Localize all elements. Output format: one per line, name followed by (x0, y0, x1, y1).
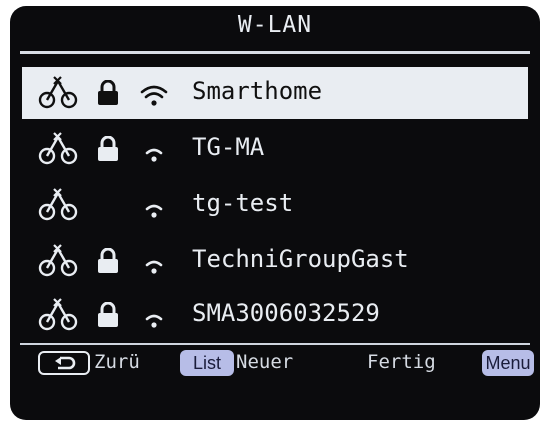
network-row-smarthome[interactable]: Smarthome (22, 67, 528, 119)
wan-disconnected-icon (38, 132, 78, 165)
wan-disconnected-icon (38, 298, 78, 331)
network-row-tg-test[interactable]: tg-test (22, 179, 528, 231)
done-label[interactable]: Fertig (367, 351, 436, 373)
wan-disconnected-icon (38, 76, 78, 109)
wifi-signal-icon (145, 148, 163, 162)
network-row-tg-ma[interactable]: TG-MA (22, 123, 528, 175)
back-label: Zurü (94, 351, 140, 373)
page-title: W-LAN (237, 12, 313, 38)
network-ssid: TechniGroupGast (192, 245, 409, 273)
network-ssid: tg-test (192, 189, 294, 217)
wifi-signal-icon (140, 85, 168, 106)
device-screen: W-LAN Smarthome TG-MA tg-test TechniGrou… (10, 6, 540, 420)
lock-icon (98, 136, 118, 161)
footer-divider (20, 343, 530, 345)
return-arrow-icon (55, 356, 76, 370)
back-button[interactable] (38, 351, 90, 375)
wifi-signal-icon (145, 260, 163, 274)
lock-icon (98, 248, 118, 273)
wan-disconnected-icon (38, 244, 78, 277)
lock-icon (98, 302, 118, 327)
network-row-technigroupgast[interactable]: TechniGroupGast (22, 235, 528, 287)
wan-disconnected-icon (38, 188, 78, 221)
network-ssid: TG-MA (192, 133, 265, 161)
softkey-bar: Zurü List Neuer Fertig Menu (10, 350, 540, 380)
lock-icon (98, 80, 118, 105)
list-key-button[interactable]: List (180, 350, 234, 376)
network-ssid: Smarthome (192, 77, 323, 105)
title-divider (20, 51, 530, 54)
wifi-signal-icon (145, 314, 163, 328)
wifi-signal-icon (145, 204, 163, 218)
new-label[interactable]: Neuer (236, 351, 293, 373)
network-row-sma3006032529[interactable]: SMA3006032529 (22, 289, 528, 341)
menu-key-button[interactable]: Menu (482, 350, 534, 376)
network-ssid: SMA3006032529 (192, 299, 380, 327)
